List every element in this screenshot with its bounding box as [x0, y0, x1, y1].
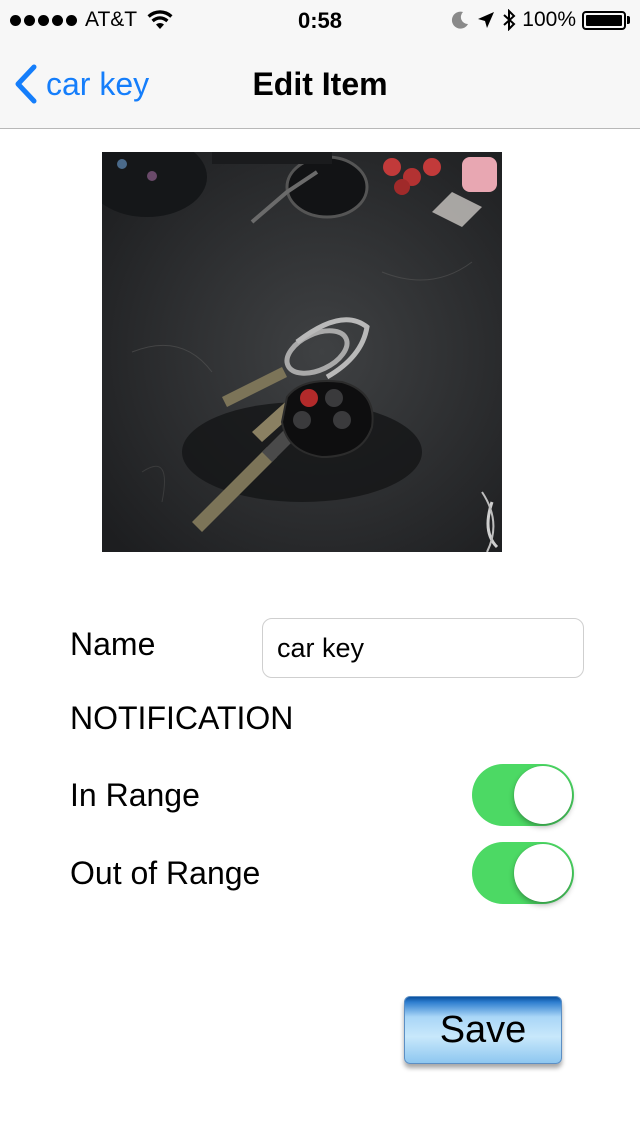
item-photo[interactable]: [102, 152, 502, 552]
out-of-range-toggle[interactable]: [472, 842, 574, 904]
save-button-label: Save: [439, 1009, 527, 1051]
save-button[interactable]: Save: [404, 996, 562, 1064]
navigation-bar: car key Edit Item: [0, 40, 640, 129]
status-right: 100%: [450, 8, 630, 32]
status-bar: AT&T 0:58 100%: [0, 0, 640, 40]
car-keys-photo: [102, 152, 502, 552]
moon-icon: [452, 11, 469, 29]
toggle-knob: [514, 766, 572, 824]
out-of-range-label: Out of Range: [70, 855, 261, 891]
battery-icon: [582, 10, 630, 30]
page-title: Edit Item: [252, 66, 388, 102]
battery-percent: 100%: [522, 8, 576, 31]
toggle-knob: [514, 844, 572, 902]
bluetooth-icon: [503, 9, 516, 31]
notification-heading: NOTIFICATION: [70, 700, 294, 736]
location-arrow-icon: [478, 12, 495, 28]
in-range-toggle[interactable]: [472, 764, 574, 826]
in-range-label: In Range: [70, 777, 200, 813]
name-label: Name: [70, 626, 156, 662]
name-input[interactable]: [262, 618, 584, 678]
